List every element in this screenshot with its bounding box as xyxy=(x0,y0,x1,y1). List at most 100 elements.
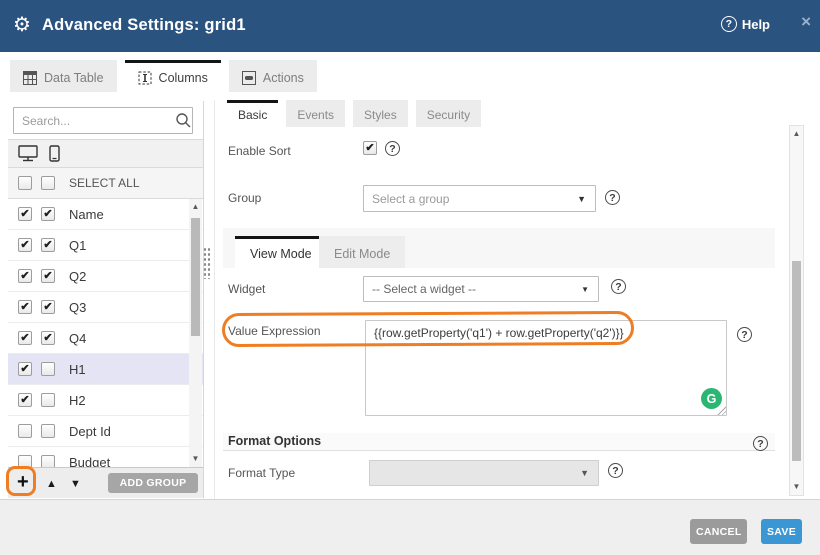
web-checkbox[interactable] xyxy=(18,424,32,438)
column-label: Q3 xyxy=(64,300,86,315)
move-down-button[interactable]: ▼ xyxy=(70,478,81,490)
widget-help-icon[interactable]: ? xyxy=(611,279,626,294)
group-select[interactable]: Select a group ▼ xyxy=(363,185,596,212)
mobile-checkbox[interactable] xyxy=(41,455,55,467)
mobile-checkbox[interactable]: ✔ xyxy=(41,238,55,252)
scroll-up-icon[interactable]: ▲ xyxy=(189,202,202,212)
help-icon: ? xyxy=(721,16,737,32)
desktop-icon[interactable] xyxy=(18,145,38,162)
value-expression-label: Value Expression xyxy=(228,324,321,338)
tab-label: Events xyxy=(297,108,334,122)
list-item[interactable]: ✔✔Q2 xyxy=(8,261,203,292)
chevron-down-icon: ▼ xyxy=(581,285,598,294)
move-up-button[interactable]: ▲ xyxy=(46,478,57,490)
list-item[interactable]: ✔ ✔ Q3 xyxy=(8,292,203,323)
list-item[interactable]: ✔ ✔ Name xyxy=(8,199,203,230)
tab-security[interactable]: Security xyxy=(416,100,481,127)
column-label: Budget xyxy=(64,455,110,468)
list-scroll-thumb[interactable] xyxy=(191,218,200,336)
gear-icon: ⚙ xyxy=(13,13,31,37)
column-label: Q1 xyxy=(64,238,86,253)
enable-sort-help-icon[interactable]: ? xyxy=(385,141,400,156)
format-options-title: Format Options xyxy=(228,434,321,448)
scroll-up-icon[interactable]: ▲ xyxy=(790,129,803,139)
format-options-help-icon[interactable]: ? xyxy=(753,436,768,451)
group-help-icon[interactable]: ? xyxy=(605,190,620,205)
devices-row xyxy=(8,139,203,168)
tab-label: Actions xyxy=(263,71,304,85)
tab-data-table[interactable]: Data Table xyxy=(10,60,117,92)
select-all-mobile-checkbox[interactable] xyxy=(41,176,55,190)
web-checkbox[interactable]: ✔ xyxy=(18,393,32,407)
mobile-checkbox[interactable] xyxy=(41,393,55,407)
actions-icon xyxy=(242,71,256,85)
value-expression-help-icon[interactable]: ? xyxy=(737,327,752,342)
web-checkbox[interactable]: ✔ xyxy=(18,207,32,221)
mobile-icon[interactable] xyxy=(49,145,60,162)
value-expression-input[interactable]: {{row.getProperty('q1') + row.getPropert… xyxy=(365,320,727,416)
mobile-checkbox[interactable] xyxy=(41,424,55,438)
mobile-checkbox[interactable]: ✔ xyxy=(41,331,55,345)
list-item[interactable]: ✔ H1 xyxy=(8,354,203,385)
tab-label: Security xyxy=(427,108,470,122)
format-type-help-icon[interactable]: ? xyxy=(608,463,623,478)
group-select-value: Select a group xyxy=(364,192,577,206)
web-checkbox[interactable]: ✔ xyxy=(18,269,32,283)
column-label: Name xyxy=(64,207,104,222)
help-label: Help xyxy=(742,17,770,32)
tab-basic[interactable]: Basic xyxy=(227,100,278,127)
group-label: Group xyxy=(228,191,261,205)
column-label: H1 xyxy=(64,362,86,377)
mobile-checkbox[interactable]: ✔ xyxy=(41,207,55,221)
list-item[interactable]: ✔ H2 xyxy=(8,385,203,416)
panel-scrollbar[interactable]: ▲ ▼ xyxy=(789,125,804,496)
select-all-row[interactable]: SELECT ALL xyxy=(8,168,203,199)
list-item[interactable]: ✔✔Q4 xyxy=(8,323,203,354)
tab-view-mode[interactable]: View Mode xyxy=(235,236,327,268)
tab-label: Basic xyxy=(238,108,267,122)
mobile-checkbox[interactable] xyxy=(41,362,55,376)
web-checkbox[interactable]: ✔ xyxy=(18,238,32,252)
tab-label: View Mode xyxy=(250,247,312,261)
tab-columns[interactable]: Columns xyxy=(125,60,221,92)
panel-scroll-thumb[interactable] xyxy=(792,261,801,461)
columns-icon xyxy=(138,71,152,85)
web-checkbox[interactable] xyxy=(18,455,32,467)
web-checkbox[interactable]: ✔ xyxy=(18,362,32,376)
tab-label: Data Table xyxy=(44,71,104,85)
web-checkbox[interactable]: ✔ xyxy=(18,300,32,314)
enable-sort-checkbox[interactable]: ✔ xyxy=(363,141,377,155)
dialog-header: ⚙ Advanced Settings: grid1 ? Help × xyxy=(0,0,820,52)
scroll-down-icon[interactable]: ▼ xyxy=(790,482,803,492)
sidebar-footer: + ▲ ▼ ADD GROUP xyxy=(8,467,203,498)
tab-edit-mode[interactable]: Edit Mode xyxy=(319,236,405,268)
list-item[interactable]: Dept Id xyxy=(8,416,203,447)
format-type-select[interactable]: ▼ xyxy=(369,460,599,486)
search-input[interactable] xyxy=(13,107,193,134)
mobile-checkbox[interactable]: ✔ xyxy=(41,300,55,314)
column-label: Dept Id xyxy=(64,424,111,439)
panel-splitter-handle[interactable] xyxy=(203,247,211,279)
add-group-button[interactable]: ADD GROUP xyxy=(108,473,198,493)
grammarly-icon[interactable]: G xyxy=(701,388,722,409)
cancel-button[interactable]: CANCEL xyxy=(690,519,747,544)
dialog-footer: CANCEL SAVE xyxy=(0,499,820,555)
tab-actions[interactable]: Actions xyxy=(229,60,317,92)
mobile-checkbox[interactable]: ✔ xyxy=(41,269,55,283)
widget-select[interactable]: -- Select a widget -- ▼ xyxy=(363,276,599,302)
main-tabbar: Data Table Columns Actions xyxy=(10,60,317,92)
save-button[interactable]: SAVE xyxy=(761,519,802,544)
help-button[interactable]: ? Help xyxy=(721,16,770,32)
scroll-down-icon[interactable]: ▼ xyxy=(189,454,202,464)
tab-events[interactable]: Events xyxy=(286,100,345,127)
list-scrollbar[interactable]: ▲ ▼ xyxy=(189,199,202,467)
column-label: H2 xyxy=(64,393,86,408)
add-column-button[interactable]: + xyxy=(17,471,29,494)
select-all-web-checkbox[interactable] xyxy=(18,176,32,190)
web-checkbox[interactable]: ✔ xyxy=(18,331,32,345)
list-item[interactable]: Budget xyxy=(8,447,203,467)
enable-sort-label: Enable Sort xyxy=(228,144,291,158)
tab-styles[interactable]: Styles xyxy=(353,100,408,127)
list-item[interactable]: ✔ ✔ Q1 xyxy=(8,230,203,261)
close-icon[interactable]: × xyxy=(801,12,811,32)
